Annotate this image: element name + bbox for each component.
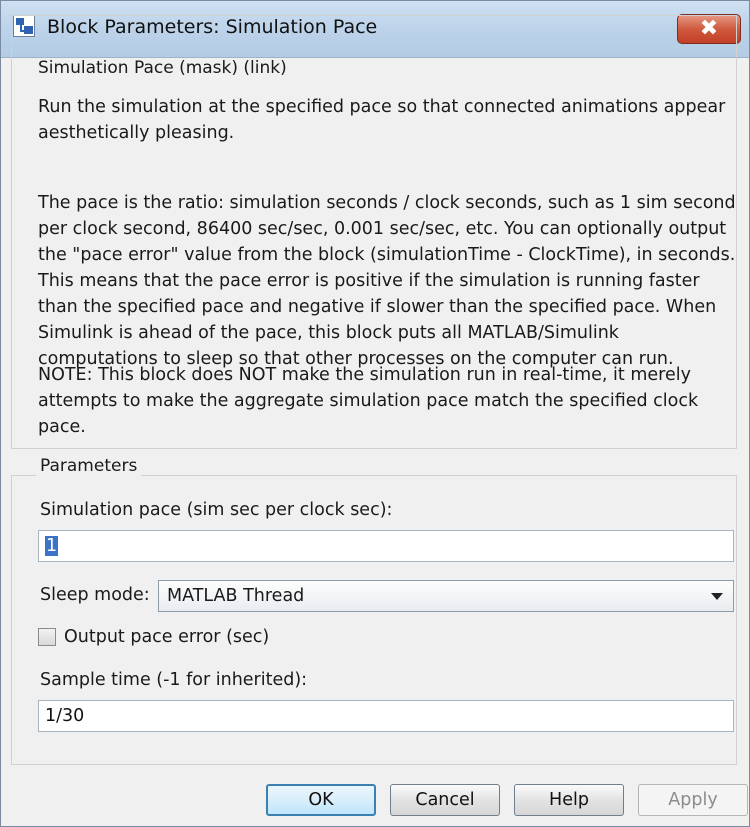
sleep-mode-value: MATLAB Thread bbox=[167, 586, 305, 606]
sleep-mode-label: Sleep mode: bbox=[40, 585, 150, 605]
chevron-down-icon bbox=[711, 593, 723, 600]
output-pace-error-checkbox[interactable] bbox=[38, 628, 56, 646]
description-paragraph-3: NOTE: This block does NOT make the simul… bbox=[38, 365, 699, 437]
sample-time-label: Sample time (-1 for inherited): bbox=[40, 670, 308, 690]
simulation-pace-input[interactable]: 1 bbox=[38, 530, 734, 562]
apply-button[interactable]: Apply bbox=[638, 784, 748, 816]
description-paragraph-2: The pace is the ratio: simulation second… bbox=[38, 193, 736, 369]
description-group-title: Simulation Pace (mask) (link) bbox=[34, 58, 291, 78]
simulation-pace-value: 1 bbox=[45, 536, 59, 556]
simulation-pace-label: Simulation pace (sim sec per clock sec): bbox=[40, 500, 393, 520]
parameters-group-title: Parameters bbox=[36, 456, 142, 476]
cancel-button[interactable]: Cancel bbox=[390, 784, 500, 816]
help-button[interactable]: Help bbox=[514, 784, 624, 816]
output-pace-error-label: Output pace error (sec) bbox=[64, 627, 270, 647]
description-paragraph-1: Run the simulation at the specified pace… bbox=[38, 97, 726, 143]
sample-time-input[interactable]: 1/30 bbox=[38, 700, 734, 732]
sample-time-value: 1/30 bbox=[45, 706, 85, 726]
sleep-mode-select[interactable]: MATLAB Thread bbox=[158, 580, 734, 612]
ok-button[interactable]: OK bbox=[266, 784, 376, 816]
